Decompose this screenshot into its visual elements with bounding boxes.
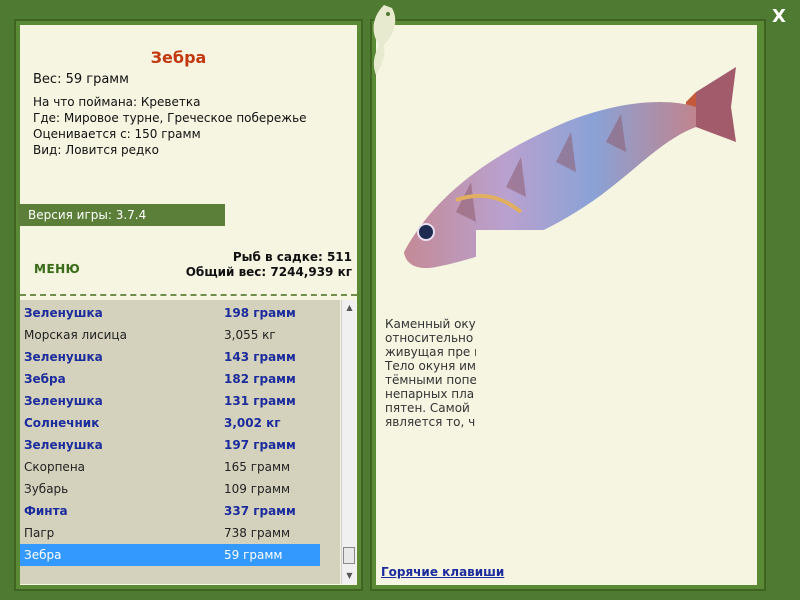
catch-name: Морская лисица	[24, 328, 127, 342]
fish-weight: Вес: 59 грамм	[33, 72, 129, 87]
catch-name: Пагр	[24, 526, 55, 540]
catch-weight: 198 грамм	[224, 306, 296, 320]
list-item[interactable]: Зубарь 109 грамм	[20, 478, 320, 500]
catch-name: Скорпена	[24, 460, 86, 474]
catch-weight: 3,002 кг	[224, 416, 281, 430]
catch-name: Зеленушка	[24, 306, 103, 320]
scroll-up-arrow-icon[interactable]: ▲	[342, 300, 357, 316]
hotkeys-link[interactable]: Горячие клавиши	[381, 565, 504, 579]
fish-title: Зебра	[150, 48, 207, 67]
list-item[interactable]: Морская лисица 3,055 кг	[20, 324, 320, 346]
list-item[interactable]: Зеленушка 131 грамм	[20, 390, 320, 412]
fish-logo-icon	[373, 5, 396, 75]
catch-weight: 337 грамм	[224, 504, 296, 518]
list-item[interactable]: Пагр 738 грамм	[20, 522, 320, 544]
catch-name: Зубарь	[24, 482, 69, 496]
scroll-down-arrow-icon[interactable]: ▼	[342, 568, 357, 584]
keepnet-stats: Рыб в садке: 511 Общий вес: 7244,939 кг	[186, 250, 352, 280]
catch-weight: 165 грамм	[224, 460, 291, 474]
catch-weight: 59 грамм	[224, 548, 283, 562]
close-button[interactable]: X	[772, 6, 786, 27]
separator	[20, 294, 357, 296]
catch-name: Зеленушка	[24, 438, 103, 452]
fish-rarity: Вид: Ловится редко	[33, 143, 159, 157]
catch-weight: 182 грамм	[224, 372, 296, 386]
catch-weight: 131 грамм	[224, 394, 296, 408]
list-item[interactable]: Зебра 182 грамм	[20, 368, 320, 390]
fish-count: Рыб в садке: 511	[232, 250, 352, 264]
catch-weight: 197 грамм	[224, 438, 296, 452]
list-item[interactable]: Солнечник 3,002 кг	[20, 412, 320, 434]
catch-name: Зеленушка	[24, 350, 103, 364]
list-scrollbar[interactable]: ▲ ▼	[341, 300, 356, 584]
catch-weight: 143 грамм	[224, 350, 296, 364]
fish-bait: На что поймана: Креветка	[33, 95, 201, 109]
catch-name: Солнечник	[24, 416, 100, 430]
version-bar: Версия игры: 3.7.4	[18, 204, 225, 226]
list-item[interactable]: Зеленушка 197 грамм	[20, 434, 320, 456]
catch-name: Зебра	[24, 372, 66, 386]
menu-button[interactable]: МЕНЮ	[34, 262, 80, 276]
list-item[interactable]: Зеленушка 198 грамм	[20, 302, 320, 324]
catch-name: Зебра	[24, 548, 62, 562]
total-weight: Общий вес: 7244,939 кг	[185, 265, 352, 279]
catch-weight: 738 грамм	[224, 526, 291, 540]
catch-name: Зеленушка	[24, 394, 103, 408]
catch-list[interactable]: Зеленушка 198 грамм Морская лисица 3,055…	[20, 300, 340, 584]
list-item[interactable]: Скорпена 165 грамм	[20, 456, 320, 478]
catch-name: Финта	[24, 504, 68, 518]
fish-valued-from: Оценивается с: 150 грамм	[33, 127, 201, 141]
description-overlay	[476, 315, 674, 435]
list-item[interactable]: Зеленушка 143 грамм	[20, 346, 320, 368]
fish-illustration	[404, 67, 741, 282]
catch-weight: 3,055 кг	[224, 328, 276, 342]
catch-weight: 109 грамм	[224, 482, 291, 496]
list-item[interactable]: Финта 337 грамм	[20, 500, 320, 522]
list-item-selected[interactable]: Зебра 59 грамм	[20, 544, 320, 566]
scroll-thumb[interactable]	[343, 547, 355, 564]
fish-location: Где: Мировое турне, Греческое побережье	[33, 111, 307, 125]
